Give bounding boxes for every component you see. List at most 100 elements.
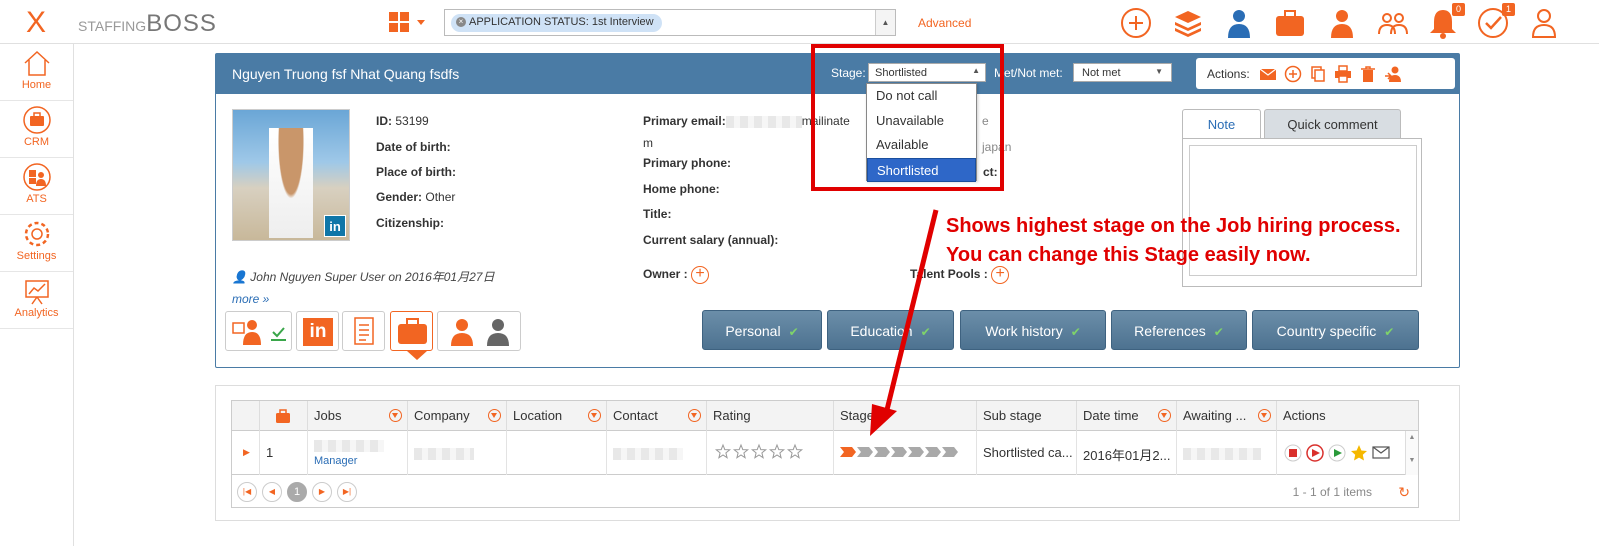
table-row[interactable]: ▶ 1 Manager Shortlisted ca... 2016年01月2.…	[232, 431, 1418, 475]
remove-chip-icon[interactable]: ×	[456, 17, 466, 27]
scroll-down-icon[interactable]: ▼	[1406, 457, 1418, 464]
sidebar-item-settings[interactable]: Settings	[0, 215, 73, 272]
annotation-highlight-box	[811, 44, 1004, 191]
trash-icon[interactable]	[1359, 65, 1377, 83]
dropdown-down-icon: ▼	[1155, 67, 1163, 76]
scroll-up-icon[interactable]: ▲	[1406, 434, 1418, 441]
module-grid-button[interactable]	[389, 10, 429, 34]
rating-star-icon[interactable]	[732, 443, 750, 459]
user-profile-icon[interactable]	[1527, 6, 1561, 40]
add-owner-button[interactable]: +	[691, 266, 710, 284]
grid-scrollbar[interactable]: ▲ ▼	[1405, 431, 1418, 475]
resume-button[interactable]	[342, 311, 385, 351]
column-jobs[interactable]: Jobs	[308, 401, 408, 431]
jobs-tab-button[interactable]	[390, 311, 433, 351]
search-filter-input[interactable]: × APPLICATION STATUS: 1st Interview ▲	[444, 9, 896, 36]
tab-note[interactable]: Note	[1182, 109, 1261, 139]
candidate-icon[interactable]	[1222, 6, 1256, 40]
rating-star-icon[interactable]	[714, 443, 732, 459]
tab-personal[interactable]: Personal ✔	[702, 310, 822, 350]
tab-references[interactable]: References ✔	[1111, 310, 1247, 350]
advanced-search-link[interactable]: Advanced	[918, 16, 971, 30]
contacts-button[interactable]	[437, 311, 521, 351]
linkedin-icon[interactable]: in	[324, 215, 346, 237]
add-icon[interactable]	[1119, 6, 1153, 40]
add-circle-icon[interactable]	[1284, 65, 1302, 83]
column-date-time[interactable]: Date time	[1077, 401, 1177, 431]
tab-work-history[interactable]: Work history ✔	[960, 310, 1106, 350]
close-logo-icon[interactable]: X	[26, 6, 46, 40]
job-link[interactable]: Manager	[308, 431, 408, 475]
prev-page-button[interactable]: ◀	[262, 482, 282, 502]
title-field: Title:	[643, 207, 672, 221]
star-icon[interactable]	[1351, 445, 1367, 461]
top-bar: X STAFFINGBOSS × APPLICATION STATUS: 1st …	[0, 0, 1599, 44]
check-icon: ✔	[920, 325, 931, 339]
column-awaiting[interactable]: Awaiting ...	[1177, 401, 1277, 431]
stage-chevron	[891, 447, 907, 457]
dob-field: Date of birth:	[376, 140, 451, 154]
column-rating[interactable]: Rating	[707, 401, 834, 431]
current-page[interactable]: 1	[287, 482, 307, 502]
actions-toolbar: Actions:	[1196, 58, 1455, 89]
filter-icon[interactable]	[1258, 409, 1271, 422]
filter-icon[interactable]	[488, 409, 501, 422]
sub-stage-cell: Shortlisted ca...	[977, 431, 1077, 475]
home-phone-field: Home phone:	[643, 182, 720, 196]
more-link[interactable]: more »	[232, 292, 269, 306]
profile-status-button[interactable]	[225, 311, 292, 351]
last-page-button[interactable]: ▶|	[337, 482, 357, 502]
sidebar-item-analytics[interactable]: Analytics	[0, 272, 73, 329]
column-sub-stage[interactable]: Sub stage	[977, 401, 1077, 431]
company-cell[interactable]	[408, 431, 507, 475]
rating-star-icon[interactable]	[768, 443, 786, 459]
email-icon[interactable]	[1259, 65, 1277, 83]
copy-icon[interactable]	[1309, 65, 1327, 83]
sidebar-item-ats[interactable]: ATS	[0, 158, 73, 215]
met-select[interactable]: Not met ▼	[1073, 63, 1172, 82]
column-company[interactable]: Company	[408, 401, 507, 431]
print-icon[interactable]	[1334, 65, 1352, 83]
filter-icon[interactable]	[389, 409, 402, 422]
job-icon-column	[260, 401, 308, 431]
tab-country-specific[interactable]: Country specific ✔	[1252, 310, 1419, 350]
first-page-button[interactable]: |◀	[237, 482, 257, 502]
column-location[interactable]: Location	[507, 401, 607, 431]
search-dropdown-toggle[interactable]: ▲	[875, 10, 895, 35]
met-label: Met/Not met:	[994, 66, 1063, 80]
assign-user-icon[interactable]	[1384, 65, 1402, 83]
jobs-briefcase-icon[interactable]	[1273, 6, 1307, 40]
owner-field: Owner : +	[643, 266, 710, 284]
rating-star-icon[interactable]	[786, 443, 804, 459]
gender-field: Gender: Other	[376, 190, 456, 204]
next-page-button[interactable]: ▶	[312, 482, 332, 502]
stage-chevron	[908, 447, 924, 457]
home-icon	[23, 50, 50, 76]
tab-quick-comment[interactable]: Quick comment	[1264, 109, 1401, 139]
rating-cell[interactable]	[707, 431, 834, 475]
filter-icon[interactable]	[588, 409, 601, 422]
mail-icon[interactable]	[1372, 446, 1390, 459]
filter-icon[interactable]	[1158, 409, 1171, 422]
linkedin-button[interactable]: in	[296, 311, 339, 351]
tasks-badge: 1	[1502, 3, 1515, 16]
rating-star-icon[interactable]	[750, 443, 768, 459]
play-icon[interactable]	[1328, 444, 1346, 462]
column-contact[interactable]: Contact	[607, 401, 707, 431]
contact-cell[interactable]	[607, 431, 707, 475]
team-icon[interactable]	[1376, 6, 1410, 40]
tab-education[interactable]: Education ✔	[827, 310, 954, 350]
layers-icon[interactable]	[1171, 6, 1205, 40]
stop-icon[interactable]	[1284, 444, 1302, 462]
rating-stars[interactable]	[713, 443, 813, 461]
refresh-icon[interactable]: ↻	[1398, 484, 1410, 501]
sidebar-item-crm[interactable]: CRM	[0, 101, 73, 158]
expand-row-icon[interactable]: ▶	[232, 431, 260, 475]
sidebar-item-home[interactable]: Home	[0, 44, 73, 101]
play-outline-icon[interactable]	[1306, 444, 1324, 462]
filter-chip[interactable]: × APPLICATION STATUS: 1st Interview	[451, 14, 662, 32]
column-stage[interactable]: Stage	[834, 401, 977, 431]
contact-icon[interactable]	[1325, 6, 1359, 40]
filter-icon[interactable]	[688, 409, 701, 422]
expand-column	[232, 401, 260, 431]
